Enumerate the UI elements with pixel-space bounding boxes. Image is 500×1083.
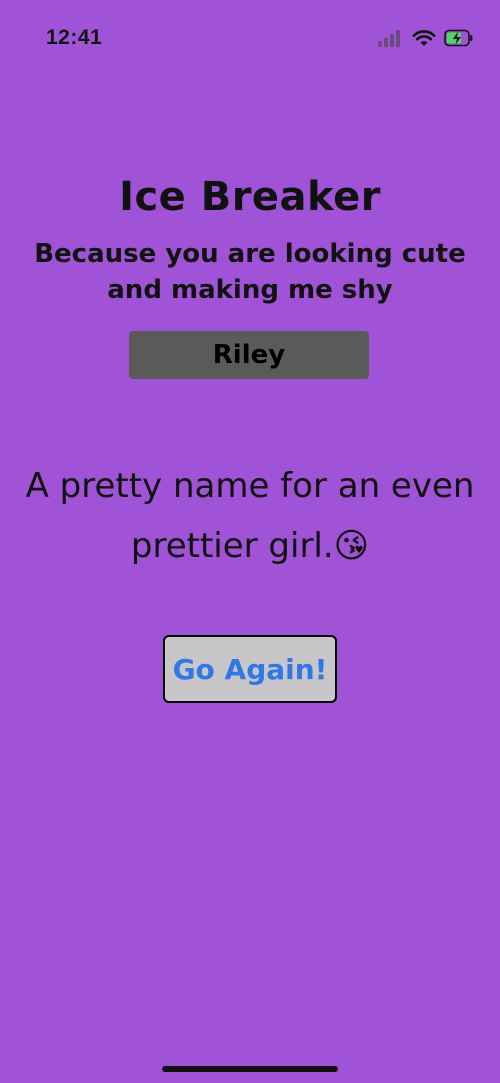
status-bar: 12:41 [0, 0, 500, 80]
home-indicator[interactable] [162, 1066, 338, 1072]
status-time: 12:41 [46, 26, 103, 49]
status-icons [378, 28, 474, 52]
compliment-message: A pretty name for an even prettier girl.… [25, 466, 475, 566]
name-display: Riley [129, 331, 369, 379]
app-title: Ice Breaker [119, 174, 381, 220]
app-subtitle: Because you are looking cute and making … [34, 239, 466, 305]
cellular-signal-icon [378, 29, 404, 51]
battery-charging-icon [444, 29, 474, 51]
go-again-button[interactable]: Go Again! [163, 635, 337, 703]
wifi-icon [412, 29, 436, 51]
